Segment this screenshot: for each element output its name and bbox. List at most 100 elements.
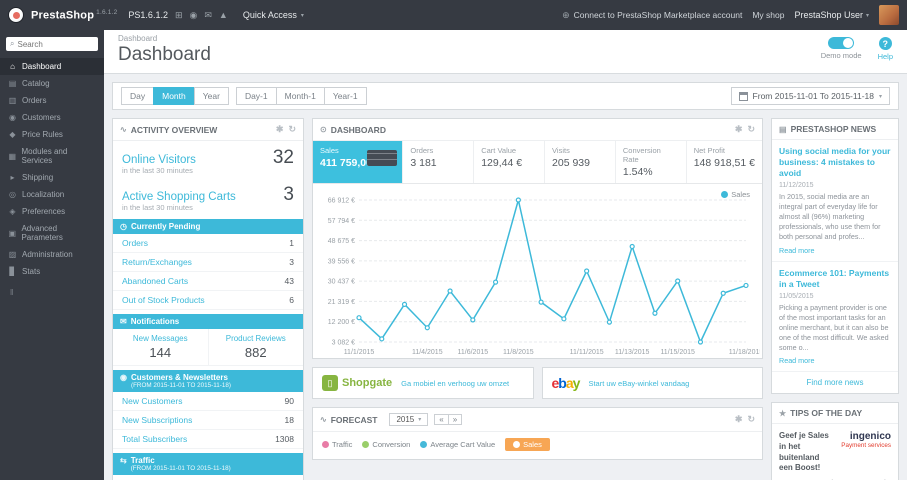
sidebar-item-localization[interactable]: ◎ Localization <box>0 186 104 203</box>
customers-row-new-customers[interactable]: New Customers 90 <box>113 392 303 411</box>
kpi-cart-value[interactable]: Cart Value 129,44 € <box>474 141 546 183</box>
sidebar-item-preferences[interactable]: ◈ Preferences <box>0 203 104 220</box>
user-menu[interactable]: PrestaShop User ▾ <box>794 10 869 20</box>
active-carts-stat[interactable]: Active Shopping Carts 3 in the last 30 m… <box>113 178 303 215</box>
svg-text:66 912 €: 66 912 € <box>328 198 355 205</box>
my-shop-link[interactable]: My shop <box>752 10 784 20</box>
forecast-legend-average-cart-value[interactable]: Average Cart Value <box>420 440 495 449</box>
upgrade-rocket-icon[interactable]: ▲ <box>219 10 228 20</box>
pending-row-out-of-stock[interactable]: Out of Stock Products 6 <box>113 291 303 310</box>
sidebar-collapse-button[interactable]: ‖ <box>10 288 94 297</box>
kpi-orders[interactable]: Orders 3 181 <box>403 141 475 183</box>
settings-icon[interactable]: ✱ <box>276 124 284 135</box>
forecast-prev-button[interactable]: « <box>434 414 449 425</box>
online-visitors-label: Online Visitors <box>122 154 196 166</box>
online-visitors-stat[interactable]: Online Visitors 32 in the last 30 minute… <box>113 141 303 178</box>
people-icon: ◉ <box>120 373 127 382</box>
svg-text:11/8/2015: 11/8/2015 <box>503 349 534 356</box>
forecast-next-button[interactable]: » <box>447 414 463 425</box>
demo-mode-label: Demo mode <box>820 51 862 60</box>
forecast-panel: ∿ FORECAST 2015 ▾ « » ✱ ↻ Traffic Conver… <box>312 407 763 460</box>
sidebar-menu: ⌂ Dashboard ▤ Catalog ▥ Orders ◉ Customers ◆… <box>0 58 104 280</box>
marketplace-link[interactable]: ⊕ Connect to PrestaShop Marketplace accou… <box>562 10 742 21</box>
shop-name-link[interactable]: PS1.6.1.2 <box>128 10 168 20</box>
active-carts-label: Active Shopping Carts <box>122 191 236 203</box>
refresh-icon[interactable]: ↻ <box>288 124 296 135</box>
chevron-down-icon: ▾ <box>865 12 869 19</box>
refresh-icon[interactable]: ↻ <box>747 414 755 425</box>
forecast-legend-traffic[interactable]: Traffic <box>322 440 352 449</box>
news-article: Using social media for your business: 4 … <box>772 140 898 262</box>
settings-icon[interactable]: ✱ <box>735 124 743 135</box>
sidebar-item-stats[interactable]: ▊ Stats <box>0 263 104 280</box>
activity-column: ∿ ACTIVITY OVERVIEW ✱ ↻ Online Visitors … <box>112 118 304 480</box>
user-avatar[interactable] <box>879 5 899 25</box>
customer-icon[interactable]: ◉ <box>190 10 198 21</box>
sidebar-item-orders[interactable]: ▥ Orders <box>0 92 104 109</box>
traffic-icon: ⇆ <box>120 456 127 465</box>
sidebar-item-administration[interactable]: ▨ Administration <box>0 246 104 263</box>
pending-row-orders[interactable]: Orders 1 <box>113 234 303 253</box>
forecast-panel-title: FORECAST <box>330 414 378 425</box>
shopgate-link[interactable]: Ga mobiel en verhoog uw omzet <box>401 379 509 388</box>
news-article-date: 11/12/2015 <box>779 182 814 190</box>
google-analytics-link[interactable]: ∞ Link to your Google Analytics account <box>113 475 303 480</box>
sidebar-item-price-rules[interactable]: ◆ Price Rules <box>0 126 104 143</box>
sidebar-item-advanced-parameters[interactable]: ▣ Advanced Parameters <box>0 220 104 246</box>
product-reviews-cell[interactable]: Product Reviews 882 <box>209 329 304 365</box>
customers-row-total-subscribers[interactable]: Total Subscribers 1308 <box>113 430 303 449</box>
sidebar-item-customers[interactable]: ◉ Customers <box>0 109 104 126</box>
new-messages-cell[interactable]: New Messages 144 <box>113 329 209 365</box>
filter-year-1-button[interactable]: Year-1 <box>323 87 367 105</box>
news-article-title[interactable]: Ecommerce 101: Payments in a Tweet <box>779 268 891 290</box>
catalog-icon: ▤ <box>8 79 17 88</box>
chevron-down-icon: ▾ <box>418 417 422 423</box>
svg-text:11/13/2015: 11/13/2015 <box>615 349 650 356</box>
sidebar-item-catalog[interactable]: ▤ Catalog <box>0 75 104 92</box>
kpi-visits[interactable]: Visits 205 939 <box>545 141 616 183</box>
sidebar-search[interactable]: ⌕ <box>6 37 98 51</box>
help-button[interactable]: ? Help <box>878 37 893 61</box>
cart-icon[interactable]: ⊞ <box>175 10 183 21</box>
modules-icon: ▦ <box>8 151 17 161</box>
home-icon: ⌂ <box>10 62 15 71</box>
date-range-picker[interactable]: From 2015-11-01 To 2015-11-18 ▾ <box>730 87 890 105</box>
forecast-year-select[interactable]: 2015 ▾ <box>389 413 429 426</box>
chevron-down-icon: ▾ <box>878 93 882 100</box>
filter-day-1-button[interactable]: Day-1 <box>235 87 277 105</box>
refresh-icon[interactable]: ↻ <box>747 124 755 135</box>
quick-access-menu[interactable]: Quick Access ▾ <box>243 10 304 20</box>
filter-year-button[interactable]: Year <box>193 87 229 105</box>
pending-row-returns[interactable]: Return/Exchanges 3 <box>113 253 303 272</box>
svg-text:30 437 €: 30 437 € <box>328 279 355 286</box>
kpi-sales[interactable]: Sales 411 759,00 € <box>313 141 404 183</box>
read-more-link[interactable]: Read more <box>779 356 891 365</box>
forecast-legend-conversion[interactable]: Conversion <box>362 440 410 449</box>
kpi-conversion-rate[interactable]: Conversion Rate 1.54% <box>616 141 687 183</box>
filter-month-button[interactable]: Month <box>153 87 195 105</box>
ebay-link[interactable]: Start uw eBay-winkel vandaag <box>588 379 689 388</box>
find-more-news-link[interactable]: Find more news <box>772 372 898 393</box>
prestashop-logo-icon[interactable] <box>8 7 24 23</box>
pending-row-abandoned-carts[interactable]: Abandoned Carts 43 <box>113 272 303 291</box>
dashboard-icon: ⊙ <box>320 125 327 134</box>
filter-day-button[interactable]: Day <box>121 87 155 105</box>
read-more-link[interactable]: Read more <box>779 246 891 255</box>
header-tools: Demo mode ? Help <box>821 34 893 61</box>
sidebar-item-shipping[interactable]: ▸ Shipping <box>0 169 104 186</box>
module-ads-row: ▯ Shopgate Ga mobiel en verhoog uw omzet… <box>312 367 763 399</box>
kpi-net-profit[interactable]: Net Profit 148 918,51 € <box>687 141 762 183</box>
messages-icon[interactable]: ✉ <box>204 10 212 21</box>
customers-row-new-subscriptions[interactable]: New Subscriptions 18 <box>113 411 303 430</box>
customers-newsletters-header: ◉ Customers & Newsletters (FROM 2015-11-0… <box>113 370 303 392</box>
svg-text:11/15/2015: 11/15/2015 <box>660 349 695 356</box>
demo-mode-toggle[interactable]: Demo mode <box>821 37 862 61</box>
forecast-legend-sales[interactable]: Sales <box>505 438 550 451</box>
news-article-title[interactable]: Using social media for your business: 4 … <box>779 146 891 179</box>
settings-icon[interactable]: ✱ <box>735 414 743 425</box>
filter-month-1-button[interactable]: Month-1 <box>275 87 325 105</box>
search-input[interactable] <box>17 39 88 49</box>
sidebar-item-modules[interactable]: ▦ Modules and Services <box>0 143 104 169</box>
sidebar-item-dashboard[interactable]: ⌂ Dashboard <box>0 58 104 75</box>
toggle-switch-icon[interactable] <box>828 37 855 49</box>
